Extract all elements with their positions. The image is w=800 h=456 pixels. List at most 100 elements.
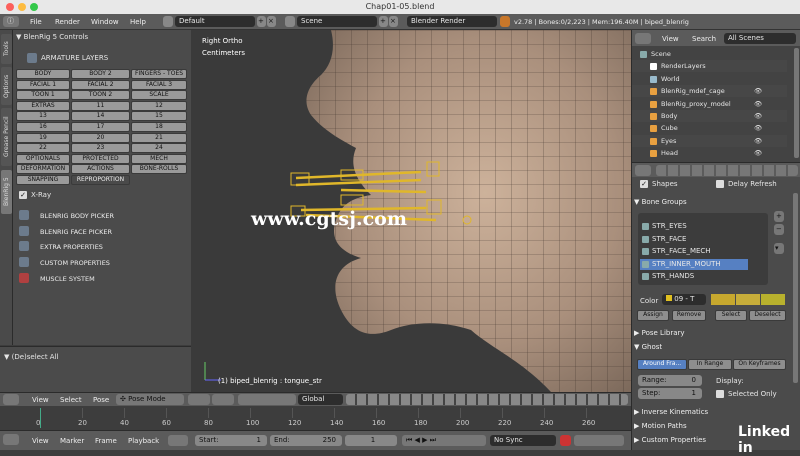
- menu-view[interactable]: View: [32, 396, 49, 404]
- menu-render[interactable]: Render: [55, 18, 80, 26]
- timeline-editor-icon[interactable]: [3, 434, 19, 445]
- layer-button[interactable]: FACIAL 1: [16, 79, 70, 90]
- color-swatch-1[interactable]: [711, 294, 735, 305]
- deselect-button[interactable]: Deselect: [749, 310, 786, 321]
- menu-muscle-system[interactable]: MUSCLE SYSTEM: [40, 275, 95, 283]
- orientation-select[interactable]: Global: [298, 394, 343, 405]
- record-icon[interactable]: [560, 435, 571, 446]
- layer-button[interactable]: OPTIONALS: [16, 153, 70, 164]
- tab-tools[interactable]: Tools: [1, 34, 12, 64]
- remove-button[interactable]: Remove: [672, 310, 706, 321]
- layer-button[interactable]: 15: [131, 111, 187, 122]
- scene-select[interactable]: Scene: [297, 16, 377, 27]
- menu-body-picker[interactable]: BLENRIG BODY PICKER: [40, 212, 114, 220]
- keying-controls[interactable]: [574, 435, 624, 446]
- xray-checkbox[interactable]: ✓: [19, 191, 27, 199]
- layer-button[interactable]: BONE-ROLLS: [131, 164, 187, 175]
- inverse-kinematics-panel[interactable]: ▶ Inverse Kinematics: [634, 406, 784, 418]
- outliner-filter[interactable]: All Scenes: [724, 33, 796, 44]
- preview-range-icon[interactable]: [168, 435, 188, 446]
- visibility-eye-icon[interactable]: 👁: [754, 135, 762, 147]
- panel-header[interactable]: ▼ BlenRig 5 Controls: [16, 33, 88, 41]
- layer-button[interactable]: TOON 1: [16, 90, 70, 101]
- layer-button[interactable]: 14: [71, 111, 130, 122]
- color-swatch-3[interactable]: [761, 294, 785, 305]
- ghost-tab-keyframes[interactable]: On Keyframes: [733, 359, 786, 370]
- remove-bone-group-icon[interactable]: −: [774, 224, 784, 235]
- selected-only-checkbox[interactable]: [716, 390, 724, 398]
- bone-group-item[interactable]: STR_FACE: [640, 234, 748, 245]
- ghost-step-field[interactable]: Step: 1: [638, 388, 702, 399]
- layer-button[interactable]: ACTIONS: [71, 164, 130, 175]
- layer-button[interactable]: 16: [16, 122, 70, 132]
- tab-grease-pencil[interactable]: Grease Pencil: [1, 108, 12, 166]
- timeline-area[interactable]: 0 20 40 60 80 100 120 140 160 180 200 220 240 260: [0, 406, 631, 430]
- close-window-icon[interactable]: [6, 3, 14, 11]
- current-frame-marker[interactable]: [40, 408, 41, 428]
- menu-help[interactable]: Help: [130, 18, 146, 26]
- tab-options[interactable]: Options: [1, 67, 12, 105]
- tl-menu-playback[interactable]: Playback: [128, 437, 159, 445]
- outliner-row[interactable]: Cube 👁: [632, 122, 787, 135]
- bone-groups-panel[interactable]: ▼ Bone Groups: [634, 196, 784, 208]
- layer-button[interactable]: TOON 2: [71, 90, 130, 101]
- properties-scrollbar[interactable]: [793, 193, 798, 383]
- layer-button[interactable]: EXTRAS: [16, 100, 70, 111]
- minimize-window-icon[interactable]: [18, 3, 26, 11]
- maximize-window-icon[interactable]: [30, 3, 38, 11]
- layer-button[interactable]: BODY: [16, 69, 70, 79]
- tl-menu-frame[interactable]: Frame: [95, 437, 117, 445]
- layer-button[interactable]: 17: [71, 122, 130, 132]
- layer-button-reproportion[interactable]: REPROPORTION: [71, 175, 130, 185]
- shading-select[interactable]: [188, 394, 210, 405]
- add-scene-icon[interactable]: +: [379, 16, 388, 27]
- outliner-row[interactable]: RenderLayers: [632, 60, 787, 73]
- visibility-eye-icon[interactable]: 👁: [754, 98, 762, 110]
- layer-button[interactable]: PROTECTED: [71, 153, 130, 164]
- assign-button[interactable]: Assign: [637, 310, 669, 321]
- layer-button[interactable]: BODY 2: [71, 69, 130, 79]
- deselect-all-panel[interactable]: ▼ (De)select All: [4, 353, 58, 361]
- visibility-eye-icon[interactable]: 👁: [754, 147, 762, 159]
- outliner-row[interactable]: Head 👁: [632, 147, 787, 160]
- outliner-row[interactable]: Body 👁: [632, 110, 787, 122]
- bone-group-item[interactable]: STR_FACE_MECH: [640, 246, 748, 257]
- layout-select[interactable]: Default: [175, 16, 255, 27]
- sync-select[interactable]: No Sync: [490, 435, 556, 446]
- layer-button[interactable]: 19: [16, 132, 70, 143]
- playback-controls[interactable]: ⏮ ◀ ▶ ⏭: [402, 435, 486, 446]
- remove-scene-icon[interactable]: ×: [389, 16, 398, 27]
- menu-file[interactable]: File: [30, 18, 42, 26]
- visibility-eye-icon[interactable]: 👁: [754, 122, 762, 134]
- layer-button[interactable]: FACIAL 3: [131, 79, 187, 90]
- menu-face-picker[interactable]: BLENRIG FACE PICKER: [40, 228, 112, 236]
- layer-button[interactable]: 23: [71, 143, 130, 154]
- outliner-row[interactable]: Eyes 👁: [632, 134, 787, 147]
- outliner-editor-icon[interactable]: [635, 33, 651, 44]
- outliner-row[interactable]: World: [632, 72, 787, 85]
- bone-group-list[interactable]: STR_EYES STR_FACE STR_FACE_MECH STR_INNER_M…: [638, 213, 768, 285]
- 3d-viewport[interactable]: Right Ortho Centimeters www.cgtsj.com (1…: [191, 30, 631, 392]
- layer-button[interactable]: 21: [131, 132, 187, 143]
- menu-custom-properties[interactable]: CUSTOM PROPERTIES: [40, 259, 110, 267]
- end-frame-field[interactable]: End: 250: [270, 435, 342, 446]
- bone-group-menu-icon[interactable]: ▾: [774, 243, 784, 254]
- layer-button[interactable]: 24: [131, 143, 187, 154]
- outliner-view[interactable]: View: [662, 35, 679, 43]
- ghost-range-field[interactable]: Range: 0: [638, 375, 702, 386]
- current-frame-field[interactable]: 1: [345, 435, 397, 446]
- menu-pose[interactable]: Pose: [93, 396, 109, 404]
- pose-library-panel[interactable]: ▶ Pose Library: [634, 327, 784, 339]
- manipulator-toggles[interactable]: [238, 394, 296, 405]
- outliner-search[interactable]: Search: [692, 35, 716, 43]
- pivot-select[interactable]: [212, 394, 234, 405]
- ghost-tab-around[interactable]: Around Fra...: [637, 359, 687, 370]
- color-set-select[interactable]: 09 - T: [662, 294, 706, 305]
- layer-button[interactable]: SCALE: [131, 90, 187, 101]
- outliner-row[interactable]: BlenRig_mdef_cage 👁: [632, 85, 787, 98]
- menu-extra-properties[interactable]: EXTRA PROPERTIES: [40, 243, 103, 251]
- layer-button[interactable]: DEFORMATION: [16, 164, 70, 175]
- layer-button[interactable]: 13: [16, 111, 70, 122]
- layer-button[interactable]: 18: [131, 122, 187, 132]
- layer-button[interactable]: FACIAL 2: [71, 79, 130, 90]
